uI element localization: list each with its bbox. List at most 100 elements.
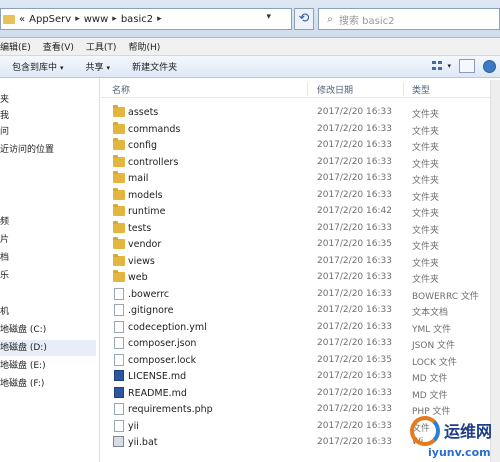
nav-item[interactable]: 问 (0, 124, 9, 140)
file-date: 2017/2/20 16:35 (317, 239, 392, 249)
menu-tools[interactable]: 工具(T) (86, 40, 117, 53)
file-type: 文件夹 (412, 275, 440, 285)
file-row[interactable]: models 2017/2/20 16:33 文件夹 (101, 187, 500, 204)
file-row[interactable]: vendor 2017/2/20 16:35 文件夹 (101, 236, 500, 253)
file-date: 2017/2/20 16:33 (317, 156, 392, 167)
markdown-file-icon (114, 386, 124, 398)
folder-icon (113, 270, 125, 282)
column-type[interactable]: 类型 (412, 83, 430, 96)
folder-icon (113, 138, 125, 150)
breadcrumb-basic2[interactable]: basic2 (121, 14, 153, 25)
nav-item[interactable]: 片 (0, 232, 9, 248)
file-row[interactable]: .gitignore 2017/2/20 16:33 文本文档 (101, 302, 500, 319)
include-in-library-button[interactable]: 包含到库中 ▾ (12, 60, 64, 73)
column-divider[interactable] (403, 82, 404, 96)
file-type: YML 文件 (412, 324, 452, 335)
nav-item[interactable]: 近访问的位置 (0, 142, 54, 158)
file-name: LICENSE.md (128, 371, 187, 382)
column-divider[interactable] (307, 82, 308, 96)
nav-item[interactable]: 乐 (0, 268, 9, 284)
file-row[interactable]: composer.lock 2017/2/20 16:35 LOCK 文件 (101, 352, 500, 369)
file-row[interactable]: README.md 2017/2/20 16:33 MD 文件 (101, 385, 500, 402)
search-box[interactable]: ⌕ 搜索 basic2 (318, 8, 500, 30)
file-row[interactable]: mail 2017/2/20 16:33 文件夹 (101, 170, 500, 187)
breadcrumb-www[interactable]: www (84, 14, 109, 25)
file-type: 文件夹 (412, 192, 440, 203)
file-name: composer.json (128, 338, 197, 349)
file-name: mail (128, 173, 149, 184)
nav-item[interactable]: 地磁盘 (E:) (0, 358, 46, 374)
nav-item[interactable]: 频 (0, 214, 9, 230)
file-date: 2017/2/20 16:33 (317, 288, 392, 299)
address-bar[interactable]: « AppServ ▸ www ▸ basic2 ▸ ▾ (0, 8, 292, 30)
refresh-button[interactable]: ⟲ (294, 8, 314, 30)
file-row[interactable]: codeception.yml 2017/2/20 16:33 YML 文件 (101, 319, 500, 336)
file-type: 文本文档 (412, 308, 449, 318)
file-row[interactable]: LICENSE.md 2017/2/20 16:33 MD 文件 (101, 368, 500, 385)
file-date: 2017/2/20 16:33 (317, 404, 392, 414)
vertical-scrollbar[interactable] (490, 80, 500, 462)
file-row[interactable]: .bowerrc 2017/2/20 16:33 BOWERRC 文件 (101, 286, 500, 303)
file-date: 2017/2/20 16:33 (317, 321, 392, 332)
chevron-down-icon[interactable]: ▾ (266, 12, 271, 22)
file-row[interactable]: commands 2017/2/20 16:33 文件夹 (101, 121, 500, 138)
file-icon (114, 403, 124, 415)
view-options-icon[interactable] (429, 59, 445, 73)
file-date: 2017/2/20 16:33 (317, 272, 392, 282)
nav-item[interactable]: 地磁盘 (D:) (0, 340, 96, 356)
share-button[interactable]: 共享 ▾ (86, 60, 111, 73)
file-name: yii (128, 420, 139, 432)
file-icon (114, 320, 124, 333)
preview-pane-icon[interactable] (459, 59, 475, 73)
folder-icon (113, 171, 125, 183)
include-in-library-label: 包含到库中 (12, 63, 58, 73)
column-header: 名称 修改日期 类型 (101, 80, 500, 98)
file-name: codeception.yml (128, 321, 207, 333)
file-date: 2017/2/20 16:33 (317, 222, 392, 233)
file-row[interactable]: composer.json 2017/2/20 16:33 JSON 文件 (101, 335, 500, 352)
file-date: 2017/2/20 16:33 (317, 305, 392, 315)
nav-item[interactable]: 夹 (0, 92, 9, 108)
column-name[interactable]: 名称 (112, 83, 130, 96)
file-icon (114, 419, 124, 432)
chevron-down-icon[interactable]: ▾ (447, 62, 451, 70)
file-name: views (128, 255, 155, 267)
breadcrumb-appserv[interactable]: AppServ (29, 14, 71, 25)
menu-edit[interactable]: 编辑(E) (0, 40, 31, 53)
nav-item[interactable]: 机 (0, 304, 9, 320)
share-label: 共享 (85, 63, 104, 73)
file-icon (114, 353, 124, 366)
new-folder-button[interactable]: 新建文件夹 (132, 60, 177, 73)
file-type: 文件夹 (412, 176, 440, 186)
file-row[interactable]: views 2017/2/20 16:33 文件夹 (101, 253, 500, 270)
menu-help[interactable]: 帮助(H) (128, 40, 160, 53)
file-row[interactable]: controllers 2017/2/20 16:33 文件夹 (101, 154, 500, 171)
file-row[interactable]: config 2017/2/20 16:33 文件夹 (101, 137, 500, 154)
logo-mark-icon (410, 416, 440, 446)
file-name: web (128, 272, 148, 283)
file-row[interactable]: runtime 2017/2/20 16:42 文件夹 (101, 203, 500, 220)
help-icon[interactable] (483, 59, 496, 73)
nav-item[interactable]: 档 (0, 250, 9, 266)
file-row[interactable]: web 2017/2/20 16:33 文件夹 (101, 269, 500, 286)
chevron-down-icon: ▾ (60, 64, 64, 72)
file-name: vendor (128, 239, 162, 250)
watermark-logo: 运维网 iyunv.com (408, 414, 500, 462)
file-row[interactable]: assets 2017/2/20 16:33 文件夹 (101, 104, 500, 121)
breadcrumb-separator[interactable]: ▸ (75, 14, 80, 24)
nav-item[interactable]: 地磁盘 (C:) (0, 322, 46, 338)
breadcrumb-separator[interactable]: ▸ (157, 14, 162, 24)
menu-view[interactable]: 查看(V) (43, 40, 74, 53)
file-name: config (128, 140, 158, 151)
nav-item[interactable]: 地磁盘 (F:) (0, 376, 44, 392)
file-type: JSON 文件 (412, 341, 456, 351)
file-row[interactable]: tests 2017/2/20 16:33 文件夹 (101, 220, 500, 237)
menu-bar: 编辑(E) 查看(V) 工具(T) 帮助(H) (0, 38, 500, 56)
breadcrumb-separator[interactable]: ▸ (112, 14, 117, 24)
column-date[interactable]: 修改日期 (317, 83, 353, 96)
breadcrumb-overflow[interactable]: « (19, 14, 25, 25)
nav-item[interactable]: 我 (0, 108, 9, 124)
search-input[interactable]: 搜索 basic2 (339, 12, 395, 27)
file-date: 2017/2/20 16:33 (317, 107, 392, 117)
file-icon (114, 287, 124, 300)
